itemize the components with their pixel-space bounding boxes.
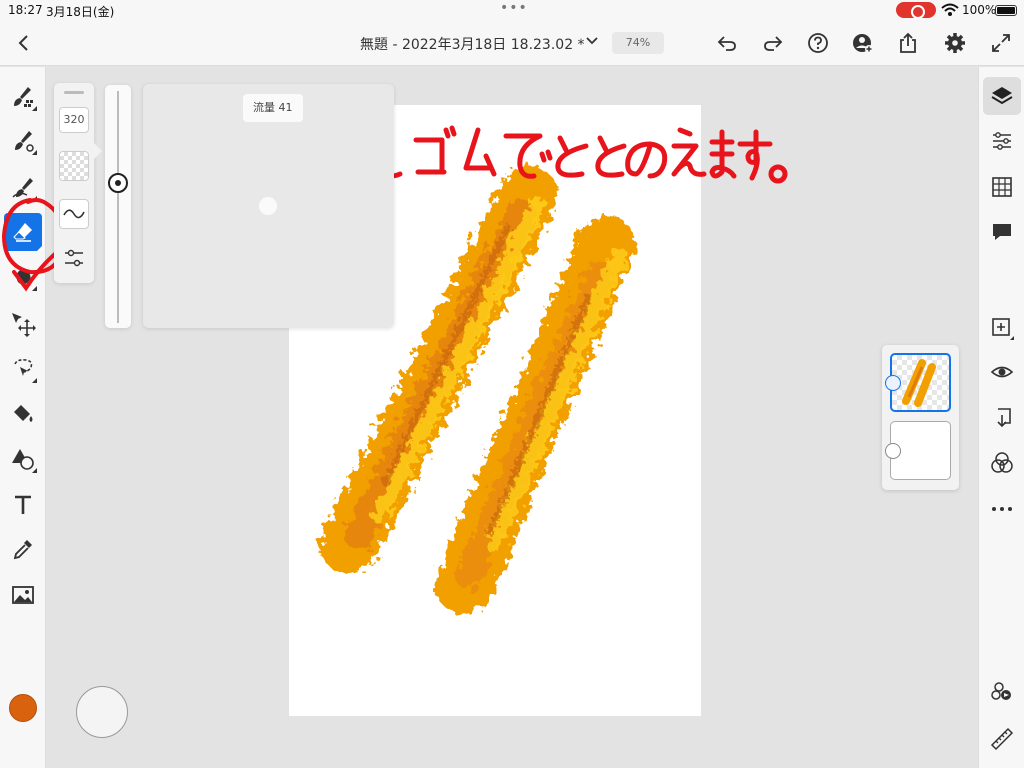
eyedropper-icon <box>13 540 32 560</box>
battery-percent: 100% <box>962 3 997 17</box>
panel-grip[interactable] <box>64 91 84 94</box>
grid-icon[interactable] <box>990 175 1014 199</box>
move-icon <box>12 313 36 337</box>
flow-slider[interactable] <box>105 85 131 328</box>
battery-icon <box>995 5 1017 16</box>
left-toolbar <box>0 67 46 768</box>
flow-wave-icon <box>63 209 85 219</box>
layer-properties-icon[interactable] <box>990 129 1014 153</box>
zoom-level[interactable]: 74% <box>612 32 664 54</box>
blend-mode-icon[interactable] <box>990 451 1014 475</box>
image-layer-badge-icon <box>885 443 901 459</box>
invite-icon[interactable] <box>852 32 874 54</box>
fullscreen-icon[interactable] <box>990 32 1012 54</box>
status-time: 18:27 <box>8 3 43 17</box>
pixel-layer-badge-icon <box>885 375 901 391</box>
chevron-down-icon[interactable] <box>585 34 599 48</box>
slider-knob[interactable] <box>108 173 128 194</box>
move-transform-tool[interactable] <box>9 310 37 338</box>
brush-settings-panel: 320 <box>54 83 94 283</box>
paint-bucket-icon <box>14 405 33 422</box>
brush-settings-icon[interactable] <box>62 246 86 270</box>
brush-size-control[interactable]: 320 <box>59 107 89 133</box>
screen-recording-icon[interactable] <box>896 2 936 19</box>
help-icon[interactable] <box>807 32 829 54</box>
touch-shortcut-button[interactable] <box>76 686 128 738</box>
status-date: 3月18日(金) <box>46 5 115 19</box>
undo-icon[interactable] <box>716 32 738 54</box>
status-bar: 18:27 3月18日(金) ••• 100% <box>0 0 1024 22</box>
ruler-icon[interactable] <box>990 727 1014 751</box>
layers-panel <box>882 345 959 490</box>
eyedropper-tool[interactable] <box>9 535 37 563</box>
visibility-icon[interactable] <box>990 360 1014 384</box>
comment-icon[interactable] <box>990 220 1014 244</box>
sync-icon[interactable] <box>990 679 1014 703</box>
live-brush-tool[interactable] <box>9 127 37 155</box>
fill-tool[interactable] <box>9 399 37 427</box>
selection-tool[interactable] <box>9 355 37 383</box>
redo-icon[interactable] <box>762 32 784 54</box>
share-icon[interactable] <box>897 32 919 54</box>
pixel-brush-tool[interactable] <box>9 83 37 111</box>
image-icon <box>12 586 34 604</box>
add-layer-icon[interactable] <box>990 316 1014 340</box>
flow-tooltip: 流量 41 <box>243 94 303 122</box>
brush-preview-popover: 流量 41 <box>143 84 394 328</box>
more-icon[interactable] <box>990 497 1014 521</box>
document-title[interactable]: 無題 - 2022年3月18日 18.23.02 * <box>360 34 585 54</box>
brush-opacity-control[interactable] <box>59 151 89 181</box>
shapes-tool[interactable] <box>9 445 37 473</box>
back-icon[interactable] <box>15 31 33 55</box>
wifi-icon <box>941 3 959 16</box>
import-icon[interactable] <box>990 406 1014 430</box>
brush-preview-dot <box>259 197 277 215</box>
layers-button[interactable] <box>983 77 1021 115</box>
settings-icon[interactable] <box>944 32 966 54</box>
type-tool[interactable] <box>9 491 37 519</box>
top-toolbar: 無題 - 2022年3月18日 18.23.02 * 74% <box>0 22 1024 66</box>
brush-flow-control[interactable] <box>59 199 89 229</box>
multitask-dots-icon[interactable]: ••• <box>500 0 528 16</box>
layers-icon <box>991 87 1013 105</box>
color-picker-swatch[interactable] <box>9 694 37 722</box>
panel-pointer <box>94 143 102 159</box>
right-toolbar <box>978 67 1024 768</box>
slider-track <box>117 91 119 323</box>
type-icon <box>15 495 31 514</box>
image-tool[interactable] <box>9 581 37 609</box>
